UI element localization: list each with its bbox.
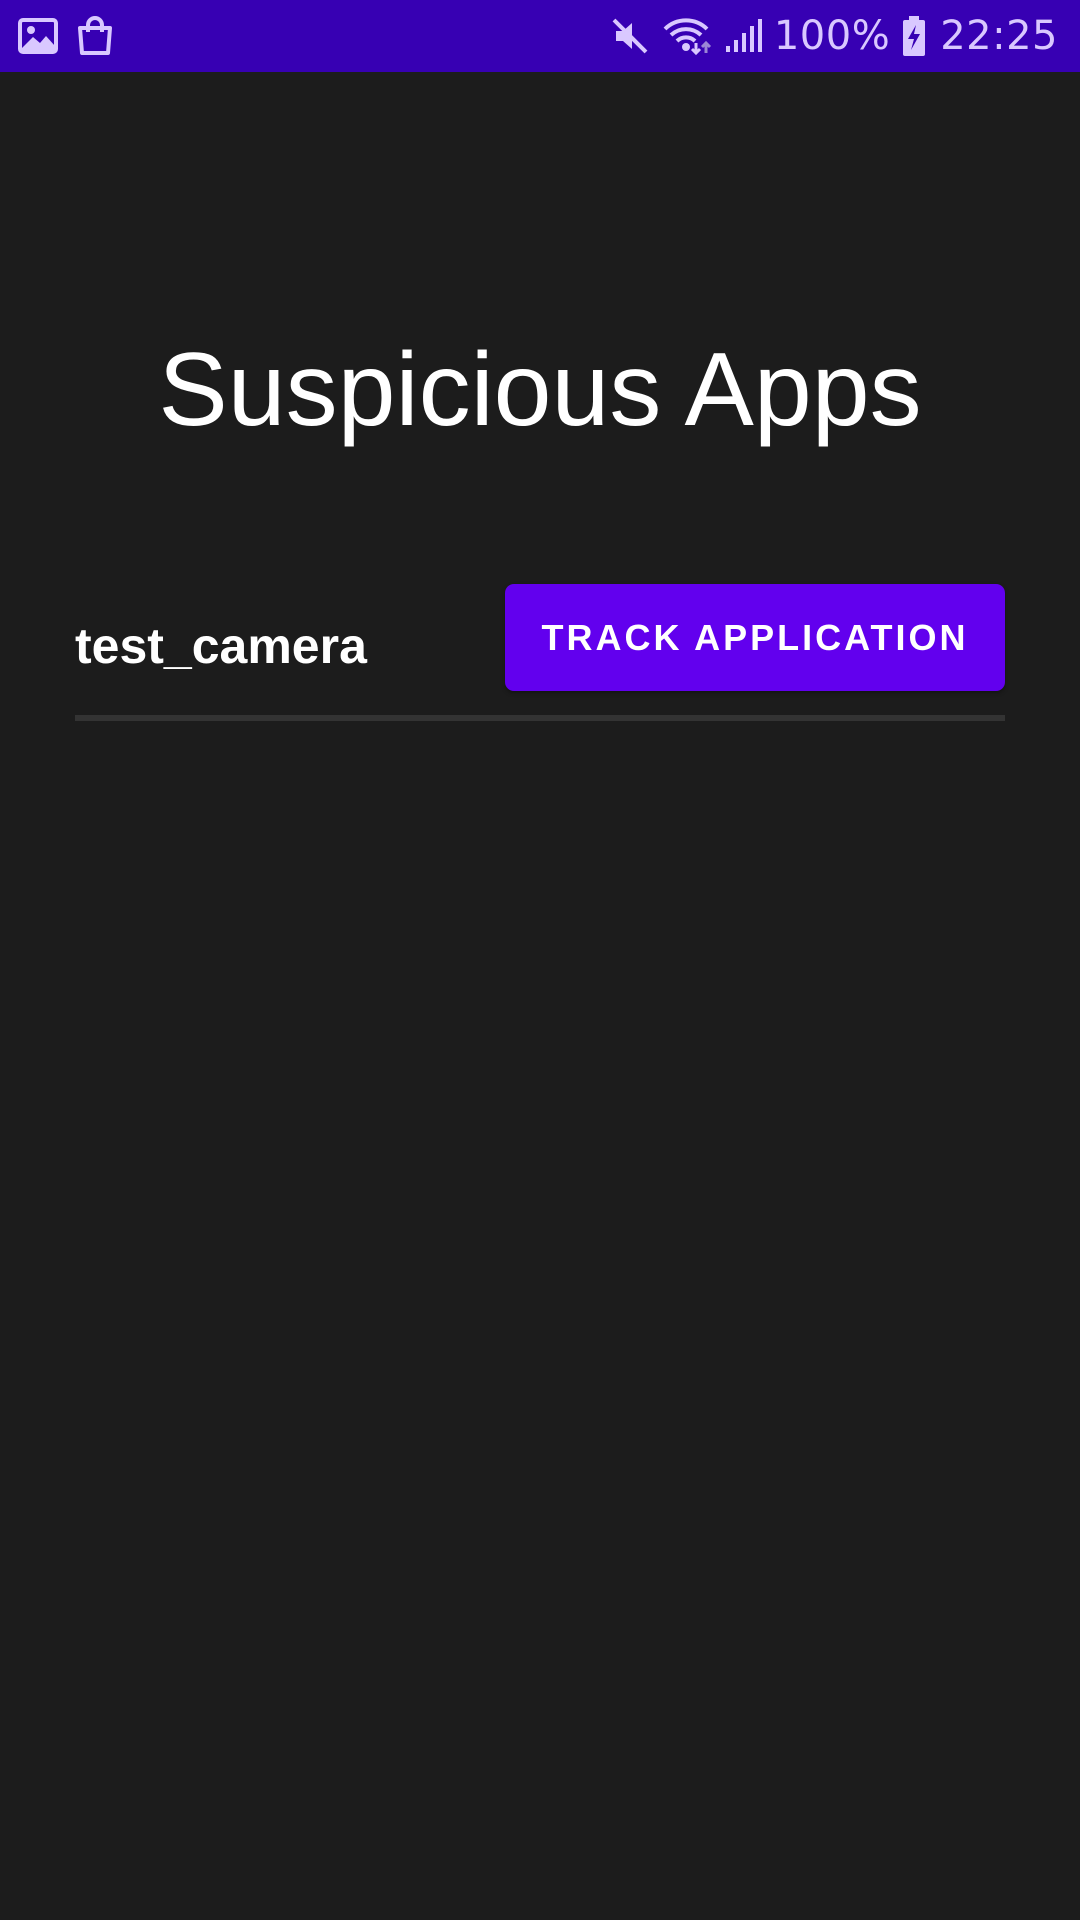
status-bar-notifications xyxy=(18,14,114,58)
row-divider xyxy=(75,715,1005,721)
app-name: test_camera xyxy=(75,618,367,674)
battery-percent: 100% xyxy=(773,13,891,59)
status-bar: 100% 22:25 xyxy=(0,0,1080,72)
wifi-icon xyxy=(662,16,712,56)
shopping-bag-icon xyxy=(76,16,114,56)
status-bar-system: 100% 22:25 xyxy=(610,6,1058,66)
list-item: test_camera TRACK APPLICATION xyxy=(75,584,1005,722)
cellular-signal-icon xyxy=(724,16,762,56)
battery-charging-icon xyxy=(902,15,926,57)
track-application-button[interactable]: TRACK APPLICATION xyxy=(505,584,1005,691)
page-title: Suspicious Apps xyxy=(158,332,922,448)
clock: 22:25 xyxy=(940,13,1058,59)
gallery-icon xyxy=(18,18,58,54)
mute-icon xyxy=(610,16,650,56)
